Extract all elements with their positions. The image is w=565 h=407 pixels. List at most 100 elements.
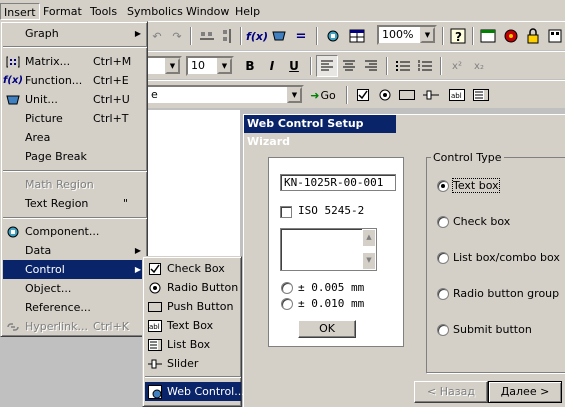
preview-list-box[interactable]: ▲ ▼ <box>280 228 377 271</box>
align-center-icon[interactable] <box>338 55 360 77</box>
font-select[interactable]: ▼ <box>146 56 182 76</box>
help-icon[interactable]: ? <box>447 25 469 47</box>
next-button[interactable]: Далее > <box>488 381 562 403</box>
preview-text-box[interactable]: KN-1025R-00-001 <box>280 174 396 191</box>
bullets-icon[interactable] <box>392 55 414 77</box>
submenu-item-text-box[interactable]: abl Text Box <box>145 316 241 335</box>
submenu-item-slider[interactable]: Slider <box>145 354 241 373</box>
menu-window[interactable]: Window <box>183 3 232 20</box>
check-box-icon <box>147 261 163 276</box>
lock-icon[interactable] <box>522 25 544 47</box>
hyperlink-icon <box>5 319 21 334</box>
preview-checkbox[interactable] <box>280 206 292 218</box>
submenu-item-web-control[interactable]: Web Control... <box>145 382 245 401</box>
menu-item-control[interactable]: Control ▶ <box>3 260 147 279</box>
radio-tool-icon[interactable] <box>374 84 396 106</box>
worksheet[interactable] <box>146 110 240 260</box>
option-radio-group[interactable]: Radio button group <box>437 286 565 302</box>
web-control-wizard: Web Control Setup Wizard KN-1025R-00-001… <box>243 114 565 407</box>
undo-icon[interactable]: ↶ <box>146 25 168 47</box>
preview-radio-2[interactable] <box>281 298 293 310</box>
submenu-item-radio-button[interactable]: Radio Button <box>145 278 241 297</box>
menu-help[interactable]: Help <box>232 3 263 20</box>
menu-item-function[interactable]: f(x) Function... Ctrl+E <box>3 71 147 90</box>
italic-icon[interactable]: I <box>261 55 283 77</box>
function-icon: f(x) <box>3 75 23 86</box>
menu-item-component[interactable]: Component... <box>3 222 147 241</box>
insert-menu: Graph ▶ Matrix... Ctrl+M f(x) Function... C… <box>0 21 148 337</box>
menu-item-matrix[interactable]: Matrix... Ctrl+M <box>3 52 147 71</box>
menu-item-math-region: Math Region <box>25 178 94 191</box>
submenu-item-push-button[interactable]: Push Button <box>145 297 241 316</box>
back-button: < Назад <box>414 381 488 403</box>
svg-text:abl: abl <box>451 92 462 100</box>
address-select[interactable]: e ▼ <box>146 85 304 105</box>
menu-item-text-region[interactable]: Text Region " <box>3 194 147 213</box>
menu-item-hyperlink: Hyperlink... Ctrl+K <box>3 317 147 336</box>
menu-item-picture[interactable]: Picture Ctrl+T <box>3 109 147 128</box>
textbox-tool-icon[interactable]: abl <box>446 84 468 106</box>
workbook-icon[interactable] <box>477 25 499 47</box>
menu-item-unit[interactable]: Unit... Ctrl+U <box>3 90 147 109</box>
preview-radio-1-label: ± 0.005 mm <box>298 281 365 294</box>
option-list-box[interactable]: List box/combo box <box>437 250 565 266</box>
menu-format[interactable]: Format <box>40 3 85 20</box>
scroll-down-icon[interactable]: ▼ <box>362 252 376 270</box>
unit-icon <box>5 92 21 107</box>
pushbutton-tool-icon[interactable] <box>396 84 418 106</box>
zoom-select[interactable]: 100% ▼ <box>377 25 437 45</box>
tutorial-icon[interactable] <box>500 25 522 47</box>
component-icon <box>5 224 21 239</box>
align-right-icon[interactable] <box>360 55 382 77</box>
equals-icon[interactable]: = <box>290 25 312 47</box>
align-across-icon[interactable] <box>196 25 218 47</box>
superscript-icon[interactable]: x² <box>446 55 468 77</box>
redo-icon[interactable]: ↷ <box>166 25 188 47</box>
component-icon[interactable] <box>322 25 344 47</box>
control-submenu: Check Box Radio Button Push Button abl T… <box>142 256 245 407</box>
matrix-icon <box>5 54 21 69</box>
menu-item-reference[interactable]: Reference... <box>3 298 147 317</box>
subscript-icon[interactable]: x₂ <box>468 55 490 77</box>
menu-insert[interactable]: Insert <box>0 3 40 20</box>
menu-tools[interactable]: Tools <box>87 3 120 20</box>
slider-tool-icon[interactable] <box>420 84 442 106</box>
menu-item-area[interactable]: Area <box>3 128 147 147</box>
slider-icon <box>147 356 163 371</box>
menu-item-graph[interactable]: Graph ▶ <box>3 24 147 43</box>
radio-button-icon <box>147 280 163 295</box>
preview-ok-button[interactable]: OK <box>298 320 356 338</box>
underline-icon[interactable]: U <box>283 55 305 77</box>
preview-radio-2-label: ± 0.010 mm <box>298 297 365 310</box>
menu-item-page-break[interactable]: Page Break <box>3 147 147 166</box>
resources-icon[interactable] <box>346 25 368 47</box>
align-down-icon[interactable] <box>216 25 238 47</box>
submenu-item-list-box[interactable]: List Box <box>145 335 241 354</box>
bold-icon[interactable]: B <box>239 55 261 77</box>
listbox-tool-icon[interactable] <box>470 84 492 106</box>
menu-item-data[interactable]: Data ▶ <box>3 241 147 260</box>
insert-unit-icon[interactable] <box>268 25 290 47</box>
submenu-item-check-box[interactable]: Check Box <box>145 259 241 278</box>
dialog-title: Web Control Setup Wizard <box>244 115 396 148</box>
menu-item-object[interactable]: Object... <box>3 279 147 298</box>
numbering-icon[interactable] <box>414 55 436 77</box>
preview-checkbox-label: ISO 5245-2 <box>298 204 365 217</box>
preview-radio-1[interactable] <box>281 282 293 294</box>
go-button[interactable]: ➜ Go <box>306 84 340 106</box>
checkbox-tool-icon[interactable] <box>352 84 374 106</box>
font-size-select[interactable]: 10 ▼ <box>186 56 234 76</box>
menu-symbolics[interactable]: Symbolics <box>124 3 186 20</box>
option-submit-button[interactable]: Submit button <box>437 322 565 338</box>
insert-function-icon[interactable]: f(x) <box>246 25 268 47</box>
text-box-icon: abl <box>147 318 163 333</box>
svg-text:abl: abl <box>149 323 160 331</box>
svg-text:?: ? <box>455 30 462 44</box>
option-text-box[interactable]: Text box <box>437 178 565 194</box>
push-button-icon <box>147 299 163 314</box>
menu-bar: Insert Format Tools Symbolics Window Hel… <box>0 0 565 22</box>
align-left-icon[interactable] <box>316 55 338 77</box>
palette-icon[interactable] <box>544 25 565 47</box>
scroll-up-icon[interactable]: ▲ <box>362 229 376 247</box>
option-check-box[interactable]: Check box <box>437 214 565 230</box>
